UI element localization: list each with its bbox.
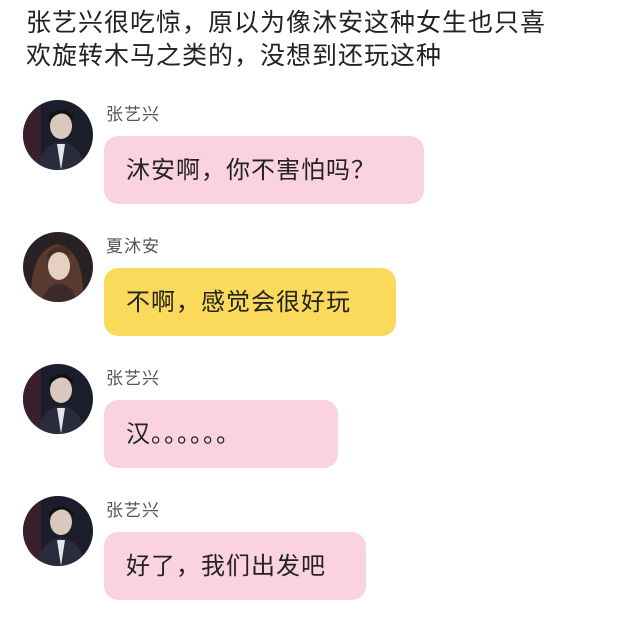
message-bubble[interactable]: 好了，我们出发吧 (104, 532, 366, 600)
female-avatar-icon[interactable] (23, 232, 93, 302)
sender-name: 夏沐安 (106, 237, 160, 257)
narration-line-1: 张艺兴很吃惊，原以为像沐安这种女生也只喜 (26, 8, 547, 37)
male-avatar-icon[interactable] (23, 364, 93, 434)
chat-message-4: 张艺兴 好了，我们出发吧 (0, 496, 640, 626)
message-bubble[interactable]: 不啊，感觉会很好玩 (104, 268, 396, 336)
male-avatar-icon[interactable] (23, 100, 93, 170)
sender-name: 张艺兴 (106, 369, 160, 389)
narration-text: 张艺兴很吃惊，原以为像沐安这种女生也只喜 欢旋转木马之类的，没想到还玩这种 (26, 6, 626, 72)
male-avatar-icon[interactable] (23, 496, 93, 566)
sender-name: 张艺兴 (106, 501, 160, 521)
chat-message-2: 夏沐安 不啊，感觉会很好玩 (0, 232, 640, 362)
narration-line-2: 欢旋转木马之类的，没想到还玩这种 (26, 41, 443, 70)
message-bubble[interactable]: 沐安啊，你不害怕吗？ (104, 136, 424, 204)
message-bubble[interactable]: 汉。。。。。。 (104, 400, 338, 468)
chat-message-1: 张艺兴 沐安啊，你不害怕吗？ (0, 100, 640, 230)
chat-message-3: 张艺兴 汉。。。。。。 (0, 364, 640, 494)
sender-name: 张艺兴 (106, 105, 160, 125)
